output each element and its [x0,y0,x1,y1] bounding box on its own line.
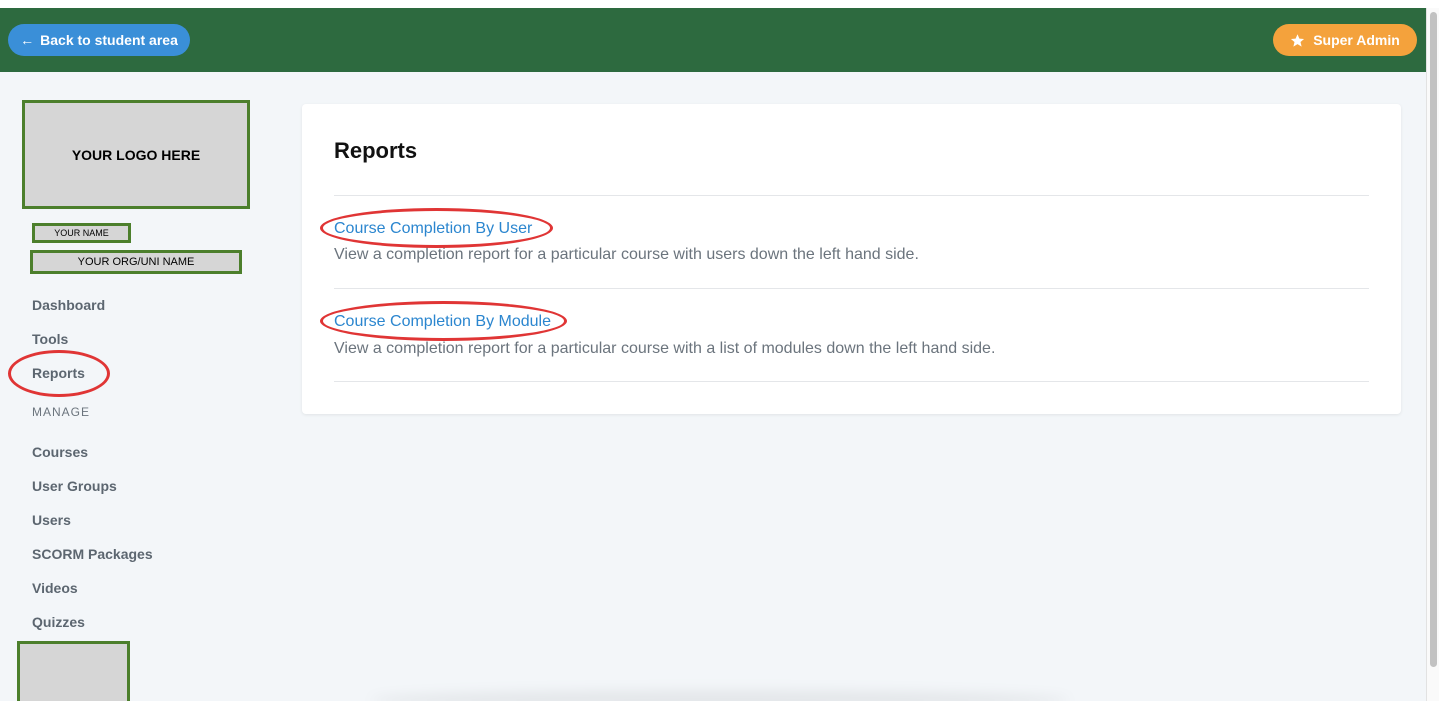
back-button-label: Back to student area [40,32,178,48]
back-to-student-area-button[interactable]: ← Back to student area [8,24,190,56]
sidebar-item-videos[interactable]: Videos [32,580,78,596]
reports-card: Reports Course Completion By User View a… [302,104,1401,414]
org-name-placeholder: YOUR ORG/UNI NAME [30,250,242,274]
sidebar-item-dashboard[interactable]: Dashboard [32,297,105,313]
user-name-placeholder: YOUR NAME [32,223,131,243]
org-name-text: YOUR ORG/UNI NAME [77,256,195,268]
super-admin-badge[interactable]: Super Admin [1273,24,1417,56]
page-title: Reports [334,138,418,163]
divider [334,381,1369,382]
divider [334,288,1369,289]
manage-heading: MANAGE [32,405,91,419]
divider [334,195,1369,196]
super-admin-label: Super Admin [1313,32,1400,48]
user-name-text: YOUR NAME [54,228,109,238]
sidebar-item-users[interactable]: Users [32,512,71,528]
sidebar-item-reports[interactable]: Reports [32,365,85,381]
course-completion-by-user-description: View a completion report for a particula… [334,246,919,263]
logo-text: YOUR LOGO HERE [71,146,201,163]
sidebar-item-tools[interactable]: Tools [32,331,68,347]
logo-placeholder: YOUR LOGO HERE [22,100,250,209]
scrollbar-thumb[interactable] [1430,12,1437,667]
bottom-shadow [370,690,1070,701]
course-completion-by-user-link[interactable]: Course Completion By User [334,220,532,238]
window-top-strip [0,0,1439,8]
sidebar-item-courses[interactable]: Courses [32,444,88,460]
star-icon [1291,33,1305,47]
sidebar-item-quizzes[interactable]: Quizzes [32,614,85,630]
sidebar-item-scorm-packages[interactable]: SCORM Packages [32,546,153,562]
top-header: ← Back to student area Super Admin [0,8,1426,72]
sidebar-item-user-groups[interactable]: User Groups [32,478,117,494]
bottom-placeholder [17,641,130,701]
course-completion-by-module-description: View a completion report for a particula… [334,340,996,357]
arrow-left-icon: ← [20,32,35,48]
course-completion-by-module-link[interactable]: Course Completion By Module [334,313,551,331]
